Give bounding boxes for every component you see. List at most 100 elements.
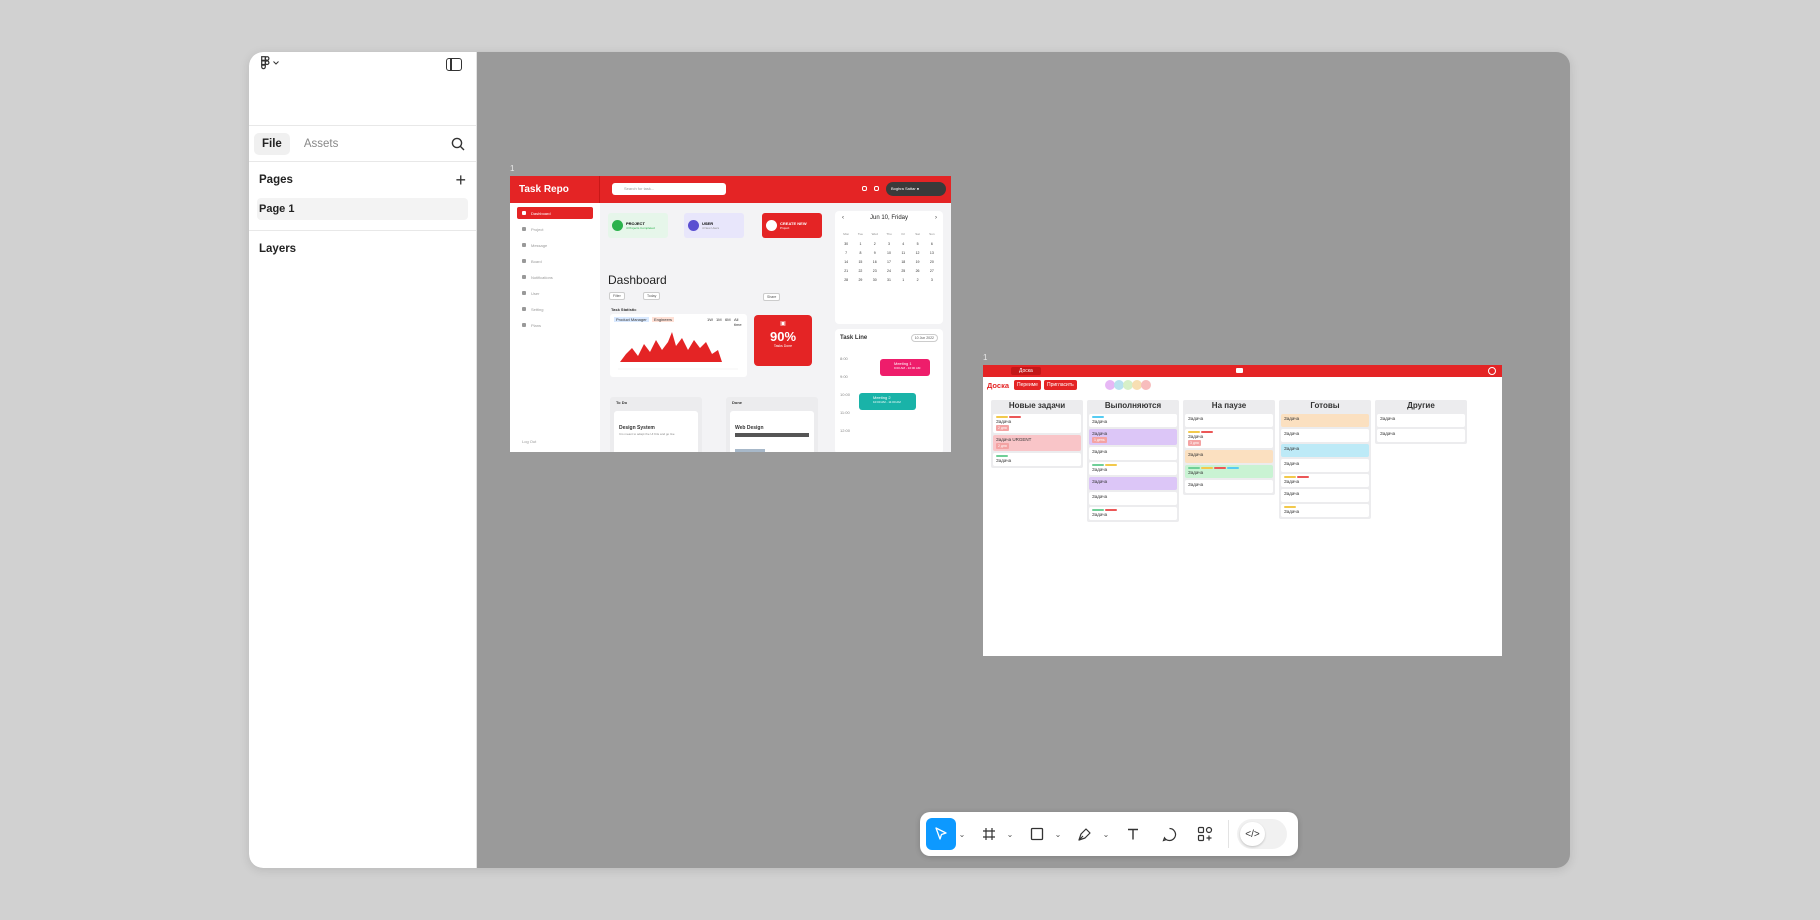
kanban-column: Готовы Задача Задача Задача Задача Задача Зада… [1279, 400, 1371, 519]
stat-card-sub: 4 Projects Completed [626, 226, 655, 230]
calendar-days: 30 1 2 3 4 5 6 7 8 9 10 11 12 13 14 15 16 17 18 19 20 21 22 23 2… [839, 242, 939, 282]
toolbar-divider [1228, 820, 1229, 848]
card-tag [1188, 431, 1200, 433]
chevron-down-icon[interactable]: ⌄ [1004, 830, 1016, 839]
card-text: Задача [1284, 491, 1300, 496]
member-avatars [1104, 380, 1151, 390]
card-tags [1092, 509, 1174, 511]
card-text: Задача [1380, 431, 1396, 436]
kanban-card: Задача [1089, 492, 1177, 505]
kanban-column: Новые задачи Задача 2 дня Задача URGENT 2 дн… [991, 400, 1083, 468]
kanban-card: Задача [1281, 459, 1369, 472]
stat-card-create: CREATE NEW Project [762, 213, 822, 238]
card-text: Задача [1188, 434, 1204, 439]
kanban-card: Задача [1185, 465, 1273, 478]
card-tag [1297, 476, 1309, 478]
timeline-event: Meeting 1 9:00 AM - 10:00 AM [880, 359, 930, 376]
shape-tool[interactable] [1022, 818, 1052, 850]
tab-assets[interactable]: Assets [296, 133, 347, 155]
text-tool[interactable] [1118, 818, 1148, 850]
card-text: Задача [1188, 416, 1204, 421]
calendar-day: 15 [858, 260, 863, 264]
kanban-column: Другие Задача Задача [1375, 400, 1467, 444]
tab-file[interactable]: File [254, 132, 290, 155]
card-deadline-badge: 2 дня [996, 425, 1009, 431]
calendar-day: 8 [859, 251, 862, 255]
calendar-day: 28 [844, 278, 849, 282]
card-text: Задача [1284, 416, 1300, 421]
comment-tool[interactable] [1154, 818, 1184, 850]
calendar-weekday: Sat [915, 232, 920, 236]
design-canvas[interactable]: 1 Task Repo Search for task... Boghra Sa… [477, 52, 1570, 868]
calendar-weekday: Thu [886, 232, 892, 236]
kanban-card: Задача 2 дня [993, 414, 1081, 433]
dev-mode-toggle[interactable]: </> [1237, 819, 1287, 849]
chevron-down-icon[interactable]: ⌄ [1100, 830, 1112, 839]
rectangle-icon [1030, 827, 1044, 841]
app-header: Task Repo Search for task... Boghra Satt… [510, 176, 951, 203]
frame-kanban-board[interactable]: Доска Доска Переиме Пригласить Новые зад… [983, 365, 1502, 656]
card-text: Задача [1092, 431, 1108, 436]
area-chart-graphic [618, 332, 738, 370]
board-topbar: Доска [983, 365, 1502, 377]
search-icon[interactable] [451, 137, 465, 151]
move-tool[interactable] [926, 818, 956, 850]
kanban-card: Задача [1089, 477, 1177, 490]
calendar-day: 12 [915, 251, 920, 255]
task-statistic-chart: Product Manager Engineers 1W 1M 6M All t… [610, 314, 747, 377]
calendar-day: 3 [930, 278, 933, 282]
kanban-card: Задача [1089, 447, 1177, 460]
filter-chip: Today [643, 292, 661, 300]
calendar-day: 23 [872, 269, 877, 273]
task-line-widget: Task Line 10 Jun 2022 8:00 9:00 10:00 11… [835, 329, 943, 452]
kanban-card: Задача URGENT 2 дня [993, 435, 1081, 451]
card-text: Задача [1188, 470, 1204, 475]
card-text: Задача [1380, 416, 1396, 421]
card-tags [1284, 506, 1366, 508]
calendar-day: 9 [873, 251, 876, 255]
card-tag [1105, 509, 1117, 511]
calendar-day: 14 [844, 260, 849, 264]
calendar-day: 7 [845, 251, 848, 255]
pages-heading: Pages [259, 174, 293, 186]
card-tag [1214, 467, 1226, 469]
rename-button: Переиме [1014, 380, 1041, 390]
add-page-button[interactable]: + [455, 171, 466, 189]
stat-card-icon [688, 220, 699, 231]
percent-label: Tasks Done [773, 344, 793, 348]
layers-section: Layers [249, 230, 476, 267]
card-text: Задача URGENT [996, 437, 1032, 442]
tasks-done-card: ▣ 90% Tasks Done [754, 315, 812, 366]
pen-tool[interactable] [1070, 818, 1100, 850]
actions-tool[interactable] [1190, 818, 1220, 850]
kanban-card: Задача [1089, 414, 1177, 427]
frame-label[interactable]: 1 [510, 164, 514, 173]
app-sidebar: Dashboard Project Message Board Notifica… [510, 203, 600, 452]
kanban-card: Задача [1377, 414, 1465, 427]
toggle-sidebar-icon[interactable] [446, 58, 462, 71]
stat-card-icon [766, 220, 777, 231]
card-text: Задача [996, 458, 1012, 463]
calendar-weekday: Tue [857, 232, 863, 236]
member-avatar [1140, 380, 1151, 390]
kanban-card: Задача [1185, 480, 1273, 493]
frame-tool[interactable] [974, 818, 1004, 850]
page-item-page-1[interactable]: Page 1 [257, 198, 468, 220]
card-text: Задача [996, 419, 1012, 424]
nav-item: Plans [517, 319, 593, 331]
card-deadline-badge: 1 день [1092, 437, 1107, 443]
card-text: Задача [1284, 461, 1300, 466]
calendar-day: 21 [844, 269, 849, 273]
frame-task-repo-dashboard[interactable]: Task Repo Search for task... Boghra Satt… [510, 176, 951, 452]
timeline-title: Task Line [840, 335, 868, 341]
frame-label[interactable]: 1 [983, 353, 987, 362]
left-sidebar: File Assets Pages + Page 1 Layers [249, 52, 477, 868]
app-main: PROJECT 4 Projects Completed USER 4 New Us… [608, 203, 828, 452]
chevron-left-icon: ‹ [842, 215, 844, 221]
chevron-down-icon[interactable]: ⌄ [1052, 830, 1064, 839]
chevron-down-icon[interactable]: ⌄ [956, 830, 968, 839]
task-card-title: Web Design [735, 425, 764, 431]
time-label: 8:00 [840, 356, 848, 361]
calendar-day: 13 [929, 251, 934, 255]
main-menu-button[interactable] [261, 56, 279, 70]
